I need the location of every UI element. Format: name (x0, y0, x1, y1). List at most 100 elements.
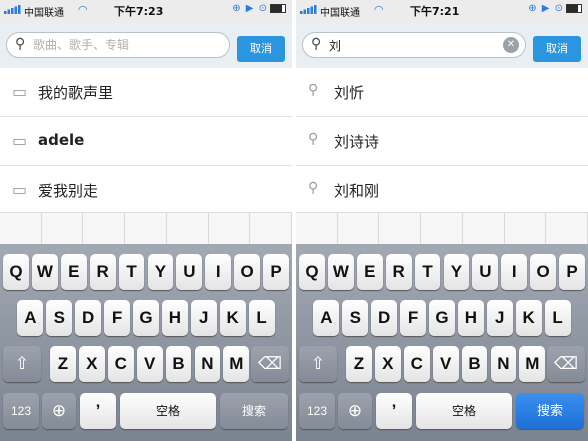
cancel-button[interactable]: 取消 (237, 36, 285, 62)
search-input[interactable] (329, 36, 499, 54)
key-v[interactable]: V (136, 346, 163, 382)
key-q[interactable]: Q (3, 254, 29, 290)
key-z[interactable]: Z (50, 346, 76, 382)
key-i[interactable]: I (205, 254, 232, 290)
status-time: 下午7:21 (410, 5, 460, 18)
magnifier-icon: ⚲ (308, 131, 319, 147)
key-c[interactable]: C (107, 346, 134, 382)
wifi-icon: ◠ (78, 3, 88, 16)
cancel-button[interactable]: 取消 (533, 36, 581, 62)
key-k[interactable]: K (515, 300, 542, 336)
key-d[interactable]: D (371, 300, 398, 336)
key-j[interactable]: J (190, 300, 217, 336)
search-key[interactable]: 搜索 (220, 393, 288, 429)
list-item[interactable]: ▭ adele (0, 117, 292, 166)
key-n[interactable]: N (490, 346, 517, 382)
key-o[interactable]: O (234, 254, 261, 290)
search-bar: ⚲ ✕ 取消 (296, 20, 588, 68)
key-t[interactable]: T (118, 254, 145, 290)
key-g[interactable]: G (133, 300, 159, 336)
key-e[interactable]: E (356, 254, 383, 290)
status-bar: 中国联通 ◠ 下午7:21 ⊕ ▶ ⊙ (296, 0, 588, 20)
search-icon: ⚲ (311, 36, 322, 52)
list-item-label: 爱我别走 (38, 182, 99, 200)
carrier-label: 中国联通 (320, 8, 360, 19)
numbers-key[interactable]: 123 (299, 393, 335, 429)
key-e[interactable]: E (60, 254, 87, 290)
search-input[interactable] (33, 36, 203, 54)
keyboard: Q W E R T Y U I O P A S D F G H J K L ⇧ Z X C V B N M ⌫ 123 ⊕’ 空格 搜索 (296, 244, 588, 441)
key-r[interactable]: R (385, 254, 412, 290)
key-a[interactable]: A (17, 300, 44, 336)
keyboard-candidate-bar (296, 212, 588, 245)
key-r[interactable]: R (89, 254, 116, 290)
key-s[interactable]: S (46, 300, 73, 336)
key-w[interactable]: W (327, 254, 354, 290)
key-m[interactable]: M (519, 346, 546, 382)
key-k[interactable]: K (219, 300, 246, 336)
list-item[interactable]: ⚲ 刘和刚 (296, 166, 588, 215)
keyboard-candidate-bar (0, 212, 292, 245)
key-h[interactable]: H (161, 300, 188, 336)
key-l[interactable]: L (248, 300, 275, 336)
key-f[interactable]: F (400, 300, 427, 336)
battery-icon (566, 3, 582, 13)
book-icon: ▭ (12, 82, 28, 101)
key-x[interactable]: X (78, 346, 105, 382)
keyboard: Q W E R T Y U I O P A S D F G H J K L ⇧ Z X C V B N M ⌫ 123 ⊕’ 空格 搜索 (0, 244, 292, 441)
shift-key[interactable]: ⇧ (299, 346, 337, 382)
search-field[interactable]: ⚲ ✕ (302, 32, 526, 58)
key-f[interactable]: F (104, 300, 131, 336)
key-m[interactable]: M (223, 346, 250, 382)
carrier-label: 中国联通 (24, 8, 64, 19)
key-v[interactable]: V (432, 346, 459, 382)
list-item[interactable]: ⚲ 刘忻 (296, 68, 588, 117)
key-g[interactable]: G (429, 300, 455, 336)
search-key[interactable]: 搜索 (516, 393, 584, 429)
list-item[interactable]: ▭ 爱我别走 (0, 166, 292, 215)
key-s[interactable]: S (342, 300, 369, 336)
key-u[interactable]: U (176, 254, 203, 290)
suggestion-list: ▭ 我的歌声里 ▭ adele ▭ 爱我别走 (0, 68, 292, 215)
key-o[interactable]: O (530, 254, 557, 290)
search-field[interactable]: ⚲ ✕ (6, 32, 230, 58)
list-item[interactable]: ▭ 我的歌声里 (0, 68, 292, 117)
key-b[interactable]: B (165, 346, 192, 382)
key-p[interactable]: P (263, 254, 289, 290)
key-y[interactable]: Y (147, 254, 174, 290)
globe-icon[interactable]: ⊕ (42, 393, 76, 429)
key-y[interactable]: Y (443, 254, 470, 290)
key-b[interactable]: B (461, 346, 488, 382)
globe-icon[interactable]: ⊕ (338, 393, 372, 429)
key-j[interactable]: J (486, 300, 513, 336)
key-a[interactable]: A (313, 300, 340, 336)
space-key[interactable]: 空格 (120, 393, 216, 429)
key-n[interactable]: N (194, 346, 221, 382)
key-h[interactable]: H (457, 300, 484, 336)
numbers-key[interactable]: 123 (3, 393, 39, 429)
key-i[interactable]: I (501, 254, 528, 290)
delete-key[interactable]: ⌫ (251, 346, 289, 382)
space-key[interactable]: 空格 (416, 393, 512, 429)
list-item-label: 刘诗诗 (334, 133, 380, 151)
comma-key[interactable]: ’ (80, 393, 116, 429)
shift-key[interactable]: ⇧ (3, 346, 41, 382)
key-z[interactable]: Z (346, 346, 372, 382)
delete-key[interactable]: ⌫ (547, 346, 585, 382)
key-w[interactable]: W (31, 254, 58, 290)
clear-search-icon[interactable]: ✕ (503, 37, 519, 53)
key-x[interactable]: X (374, 346, 401, 382)
key-l[interactable]: L (544, 300, 571, 336)
magnifier-icon: ⚲ (308, 180, 319, 196)
key-q[interactable]: Q (299, 254, 325, 290)
list-item[interactable]: ⚲ 刘诗诗 (296, 117, 588, 166)
comma-key[interactable]: ’ (376, 393, 412, 429)
list-item-label: 刘和刚 (334, 182, 380, 200)
key-p[interactable]: P (559, 254, 585, 290)
key-d[interactable]: D (75, 300, 102, 336)
key-u[interactable]: U (472, 254, 499, 290)
key-t[interactable]: T (414, 254, 441, 290)
key-c[interactable]: C (403, 346, 430, 382)
status-bar: 中国联通 ◠ 下午7:23 ⊕ ▶ ⊙ (0, 0, 292, 20)
status-icons: ⊕ ▶ ⊙ (232, 3, 286, 14)
